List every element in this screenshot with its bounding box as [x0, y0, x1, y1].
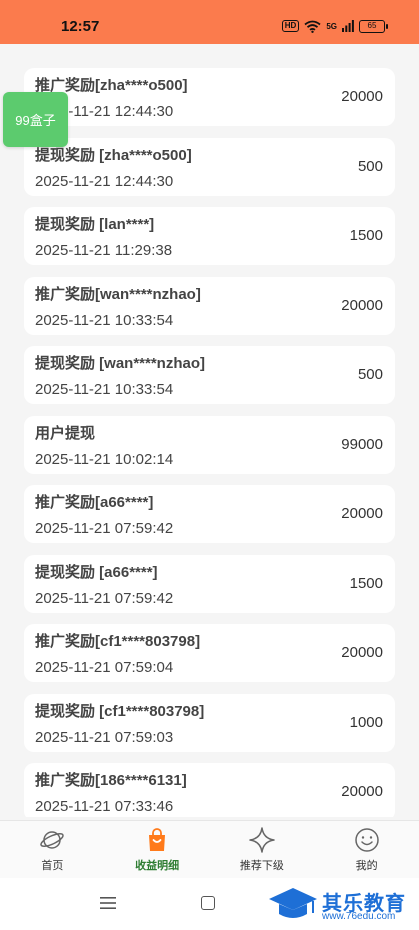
list-item[interactable]: 推广奖励[wan****nzhao] 2025-11-21 10:33:54 2… — [24, 276, 395, 335]
record-time: 2025-11-21 07:59:42 — [35, 589, 174, 607]
record-title: 推广奖励[wan****nzhao] — [35, 285, 201, 303]
record-title: 推广奖励[186****6131] — [35, 772, 187, 789]
watermark-url: www.76edu.com — [322, 911, 396, 922]
record-amount: 1500 — [349, 574, 383, 592]
tab-label: 收益明细 — [135, 860, 180, 872]
bottom-tab-bar: 首页 收益明细 推荐下级 我的 — [0, 820, 419, 878]
list-item[interactable]: 提现奖励 [lan****] 2025-11-21 11:29:38 1500 — [24, 207, 395, 265]
record-time: 2025-11-21 11:29:38 — [35, 242, 173, 259]
home-square-icon[interactable] — [201, 896, 215, 910]
smiley-icon — [354, 828, 379, 852]
tab-earnings[interactable]: 收益明细 — [105, 821, 210, 878]
list-item[interactable]: 提现奖励 [cf1****803798] 2025-11-21 07:59:03… — [24, 693, 395, 752]
list-item[interactable]: 提现奖励 [a66****] 2025-11-21 07:59:42 1500 — [24, 554, 395, 613]
record-amount: 500 — [357, 366, 383, 383]
list-item[interactable]: 提现奖励 [wan****nzhao] 2025-11-21 10:33:54 … — [24, 346, 395, 404]
network-label: 5G — [326, 21, 337, 31]
record-time: 2025-11-21 07:33:46 — [35, 798, 174, 815]
hd-icon: HD — [281, 20, 300, 32]
tab-profile[interactable]: 我的 — [314, 821, 419, 878]
sparkle-icon — [249, 827, 275, 853]
shopping-bag-icon — [149, 828, 166, 851]
planet-icon — [40, 831, 65, 849]
graduation-cap-icon — [269, 888, 317, 918]
record-amount: 20000 — [341, 505, 383, 522]
list-item[interactable]: 推广奖励[cf1****803798] 2025-11-21 07:59:04 … — [24, 624, 395, 682]
record-time: 2025-11-21 10:33:54 — [35, 381, 174, 398]
wifi-icon — [304, 20, 321, 33]
tab-label: 我的 — [355, 860, 378, 872]
list-item[interactable]: 推广奖励[a66****] 2025-11-21 07:59:42 20000 — [24, 485, 395, 543]
menu-icon[interactable] — [100, 896, 116, 910]
status-time: 12:57 — [61, 18, 100, 35]
list-item[interactable]: 用户提现 2025-11-21 10:02:14 99000 — [24, 415, 395, 474]
floating-badge-button[interactable]: 99盒子 — [3, 92, 68, 147]
record-title: 用户提现 — [35, 424, 96, 442]
tab-home[interactable]: 首页 — [0, 821, 105, 878]
record-time: 2025-11-21 07:59:42 — [35, 520, 174, 537]
earnings-list[interactable]: 推广奖励[zha****o500] 2025-11-21 12:44:30 20… — [24, 68, 395, 817]
record-amount: 99000 — [341, 435, 383, 453]
record-time: 2025-11-21 10:02:14 — [35, 450, 174, 468]
record-time: 2025-11-21 12:44:30 — [35, 172, 174, 190]
record-title: 提现奖励 [a66****] — [35, 563, 158, 581]
tab-label: 推荐下级 — [239, 860, 284, 872]
watermark-logo: 其乐教育 www.76edu.com — [265, 884, 419, 924]
list-item[interactable]: 推广奖励[zha****o500] 2025-11-21 12:44:30 20… — [24, 68, 395, 126]
record-amount: 1000 — [349, 713, 383, 731]
record-time: 2025-11-21 07:59:03 — [35, 728, 174, 746]
record-time: 2025-11-21 10:33:54 — [35, 311, 174, 329]
status-bar: 12:57 HD 5G 65 — [0, 0, 419, 44]
list-item[interactable]: 推广奖励[186****6131] 2025-11-21 07:33:46 20… — [24, 763, 395, 817]
signal-icon — [342, 20, 354, 32]
record-amount: 20000 — [341, 296, 383, 314]
tab-label: 首页 — [41, 860, 64, 872]
battery-icon: 65 — [359, 19, 388, 33]
tab-referrals[interactable]: 推荐下级 — [210, 821, 315, 878]
record-amount: 20000 — [341, 88, 383, 105]
record-amount: 500 — [357, 157, 383, 175]
record-title: 提现奖励 [cf1****803798] — [35, 702, 205, 720]
record-title: 提现奖励 [lan****] — [35, 216, 155, 233]
record-amount: 1500 — [349, 227, 383, 244]
record-amount: 20000 — [341, 644, 383, 661]
status-icons: HD 5G 65 — [281, 18, 388, 34]
record-time: 2025-11-21 07:59:04 — [35, 659, 174, 676]
record-title: 推广奖励[cf1****803798] — [35, 633, 201, 650]
record-title: 推广奖励[a66****] — [35, 494, 154, 511]
list-item[interactable]: 提现奖励 [zha****o500] 2025-11-21 12:44:30 5… — [24, 137, 395, 196]
record-title: 提现奖励 [wan****nzhao] — [35, 355, 206, 372]
record-amount: 20000 — [341, 783, 383, 800]
